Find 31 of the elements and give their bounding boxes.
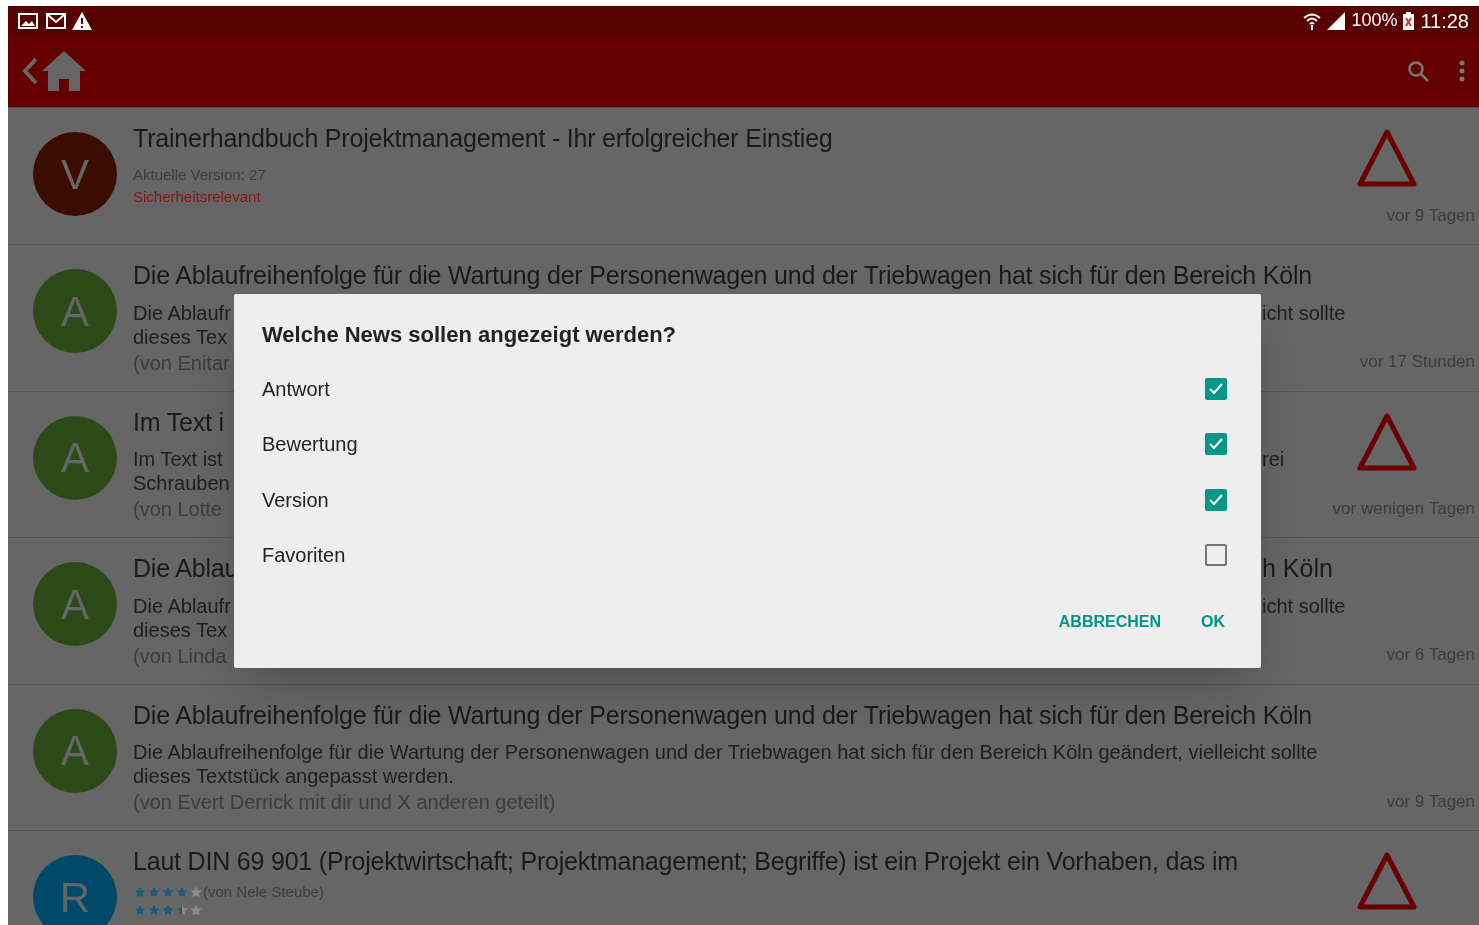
battery-percent: 100% bbox=[1351, 9, 1398, 32]
news-title: Die Ablaufreihenfolge für die Wartung der Personenwagen und der Triebwagen hat sich für den Bereich Köln bbox=[133, 260, 1313, 291]
option-label: Antwort bbox=[262, 376, 330, 402]
avatar: V bbox=[33, 132, 117, 216]
news-title: Laut DIN 69 901 (Projektwirtschaft; Projektmanagement; Begriffe) ist ein Projekt ein Vorhaben, das im bbox=[133, 846, 1238, 877]
body-text: Die Ablaufr bbox=[133, 300, 231, 325]
avatar: A bbox=[33, 415, 117, 500]
body-text: Im Text ist bbox=[133, 447, 223, 471]
body-text: Schrauben bbox=[133, 471, 230, 495]
option-label: Favoriten bbox=[262, 543, 346, 569]
clock-time: 11:28 bbox=[1420, 8, 1469, 34]
body-text: dieses Textstück angepasst werden. bbox=[133, 764, 454, 788]
body-text: Die Ablaufr bbox=[133, 593, 231, 618]
avatar: R bbox=[33, 855, 117, 925]
news-title: h Köln bbox=[1262, 553, 1334, 584]
body-text: dieses Tex bbox=[133, 324, 228, 349]
body-text: Die Ablaufreihenfolge für die Wartung der Personenwagen und der Triebwagen hat sich für den Bereich Köln geändert, vielleicht sollte bbox=[133, 740, 1318, 764]
avatar: A bbox=[33, 562, 117, 646]
avatar: A bbox=[33, 269, 117, 353]
body-text: icht sollte bbox=[1262, 300, 1346, 325]
option-label: Version bbox=[262, 487, 329, 513]
body-text: icht sollte bbox=[1262, 593, 1346, 618]
option-label: Bewertung bbox=[262, 432, 358, 458]
news-title: Die Ablaufreihenfolge für die Wartung der Personenwagen und der Triebwagen hat sich für den Bereich Köln bbox=[133, 699, 1313, 731]
safety-label: Sicherheitsrelevant bbox=[133, 187, 261, 207]
avatar: A bbox=[33, 708, 117, 793]
news-title: Trainerhandbuch Projektmanagement - Ihr erfolgreicher Einstieg bbox=[133, 123, 833, 154]
body-text: dieses Tex bbox=[133, 617, 228, 642]
news-title: Im Text i bbox=[133, 406, 224, 438]
body-text: rei bbox=[1262, 447, 1285, 471]
dialog-title: Welche News sollen angezeigt werden? bbox=[262, 321, 678, 349]
